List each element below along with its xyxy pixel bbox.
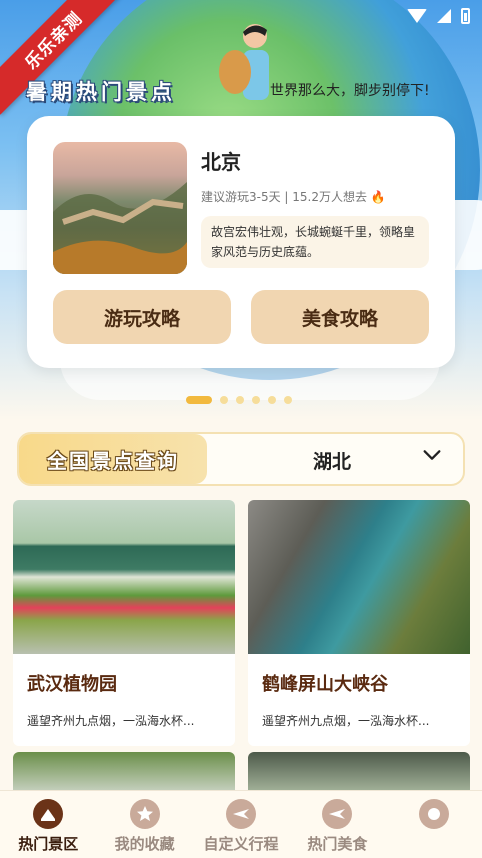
- nav-item-custom-itinerary[interactable]: 自定义行程: [193, 791, 289, 858]
- hero-title: 暑期热门景点: [26, 80, 176, 104]
- province-select-value[interactable]: 湖北: [313, 447, 351, 474]
- spot-photo[interactable]: [13, 500, 235, 654]
- nav-label: 热门美食: [307, 835, 368, 853]
- spot-description: 遥望齐州九点烟，一泓海水杯...: [27, 714, 195, 728]
- signal-icon: [437, 9, 451, 23]
- nav-item-hot-food[interactable]: 热门美食: [289, 791, 385, 858]
- carousel-indicator: [186, 396, 292, 404]
- spot-card[interactable]: 鹤峰屏山大峡谷 遥望齐州九点烟，一泓海水杯...: [248, 500, 470, 746]
- play-guide-button[interactable]: 游玩攻略: [53, 290, 231, 344]
- featured-meta: 建议游玩3-5天 | 15.2万人想去 🔥: [201, 188, 386, 205]
- carousel-dot[interactable]: [268, 396, 276, 404]
- circle-icon: [418, 799, 449, 829]
- spots-grid: 武汉植物园 遥望齐州九点烟，一泓海水杯... 鹤峰屏山大峡谷 遥望齐州九点烟，一…: [0, 494, 482, 794]
- wifi-icon: [407, 9, 427, 23]
- great-wall-photo[interactable]: [53, 142, 187, 274]
- nav-item-more[interactable]: [386, 791, 482, 858]
- bottom-nav: 热门景区 我的收藏 自定义行程 热门美食: [0, 790, 482, 858]
- fire-icon: 🔥: [370, 190, 386, 204]
- spot-photo[interactable]: [248, 500, 470, 654]
- status-bar: [407, 8, 470, 24]
- hero-slogan: 世界那么大，脚步别停下!: [270, 83, 430, 99]
- nav-label: 自定义行程: [203, 835, 279, 853]
- star-icon: [129, 799, 160, 829]
- province-query-bar[interactable]: 全国景点查询 湖北: [17, 432, 465, 486]
- carousel-dot[interactable]: [252, 396, 260, 404]
- battery-icon: [461, 8, 470, 24]
- nav-item-hot-attractions[interactable]: 热门景区: [0, 791, 96, 858]
- featured-card[interactable]: 北京 建议游玩3-5天 | 15.2万人想去 🔥 故宫宏伟壮观，长城蜿蜒千里，领…: [27, 116, 455, 368]
- featured-description: 故宫宏伟壮观，长城蜿蜒千里，领略皇家风范与历史底蕴。: [201, 216, 429, 268]
- carousel-dot[interactable]: [186, 396, 212, 404]
- carousel-dot[interactable]: [236, 396, 244, 404]
- spot-description: 遥望齐州九点烟，一泓海水杯...: [262, 714, 430, 728]
- chevron-down-icon[interactable]: [421, 444, 443, 466]
- nav-item-favorites[interactable]: 我的收藏: [96, 791, 192, 858]
- spot-card[interactable]: 武汉植物园 遥望齐州九点烟，一泓海水杯...: [13, 500, 235, 746]
- nav-label: 我的收藏: [114, 835, 175, 853]
- spot-name: 鹤峰屏山大峡谷: [262, 674, 388, 695]
- featured-city: 北京: [201, 150, 241, 174]
- nav-label: 热门景区: [18, 835, 79, 853]
- spot-card-partial[interactable]: [248, 752, 470, 792]
- spot-card-partial[interactable]: [13, 752, 235, 792]
- food-guide-button[interactable]: 美食攻略: [251, 290, 429, 344]
- carousel-dot[interactable]: [284, 396, 292, 404]
- spot-name: 武汉植物园: [27, 674, 117, 695]
- query-label: 全国景点查询: [19, 434, 207, 484]
- plane-icon: [226, 799, 257, 829]
- attraction-icon: [33, 799, 64, 829]
- carousel-dot[interactable]: [220, 396, 228, 404]
- featured-meta-text: 建议游玩3-5天 | 15.2万人想去: [201, 190, 367, 204]
- traveler-illustration: [219, 24, 269, 100]
- plane-icon: [322, 799, 353, 829]
